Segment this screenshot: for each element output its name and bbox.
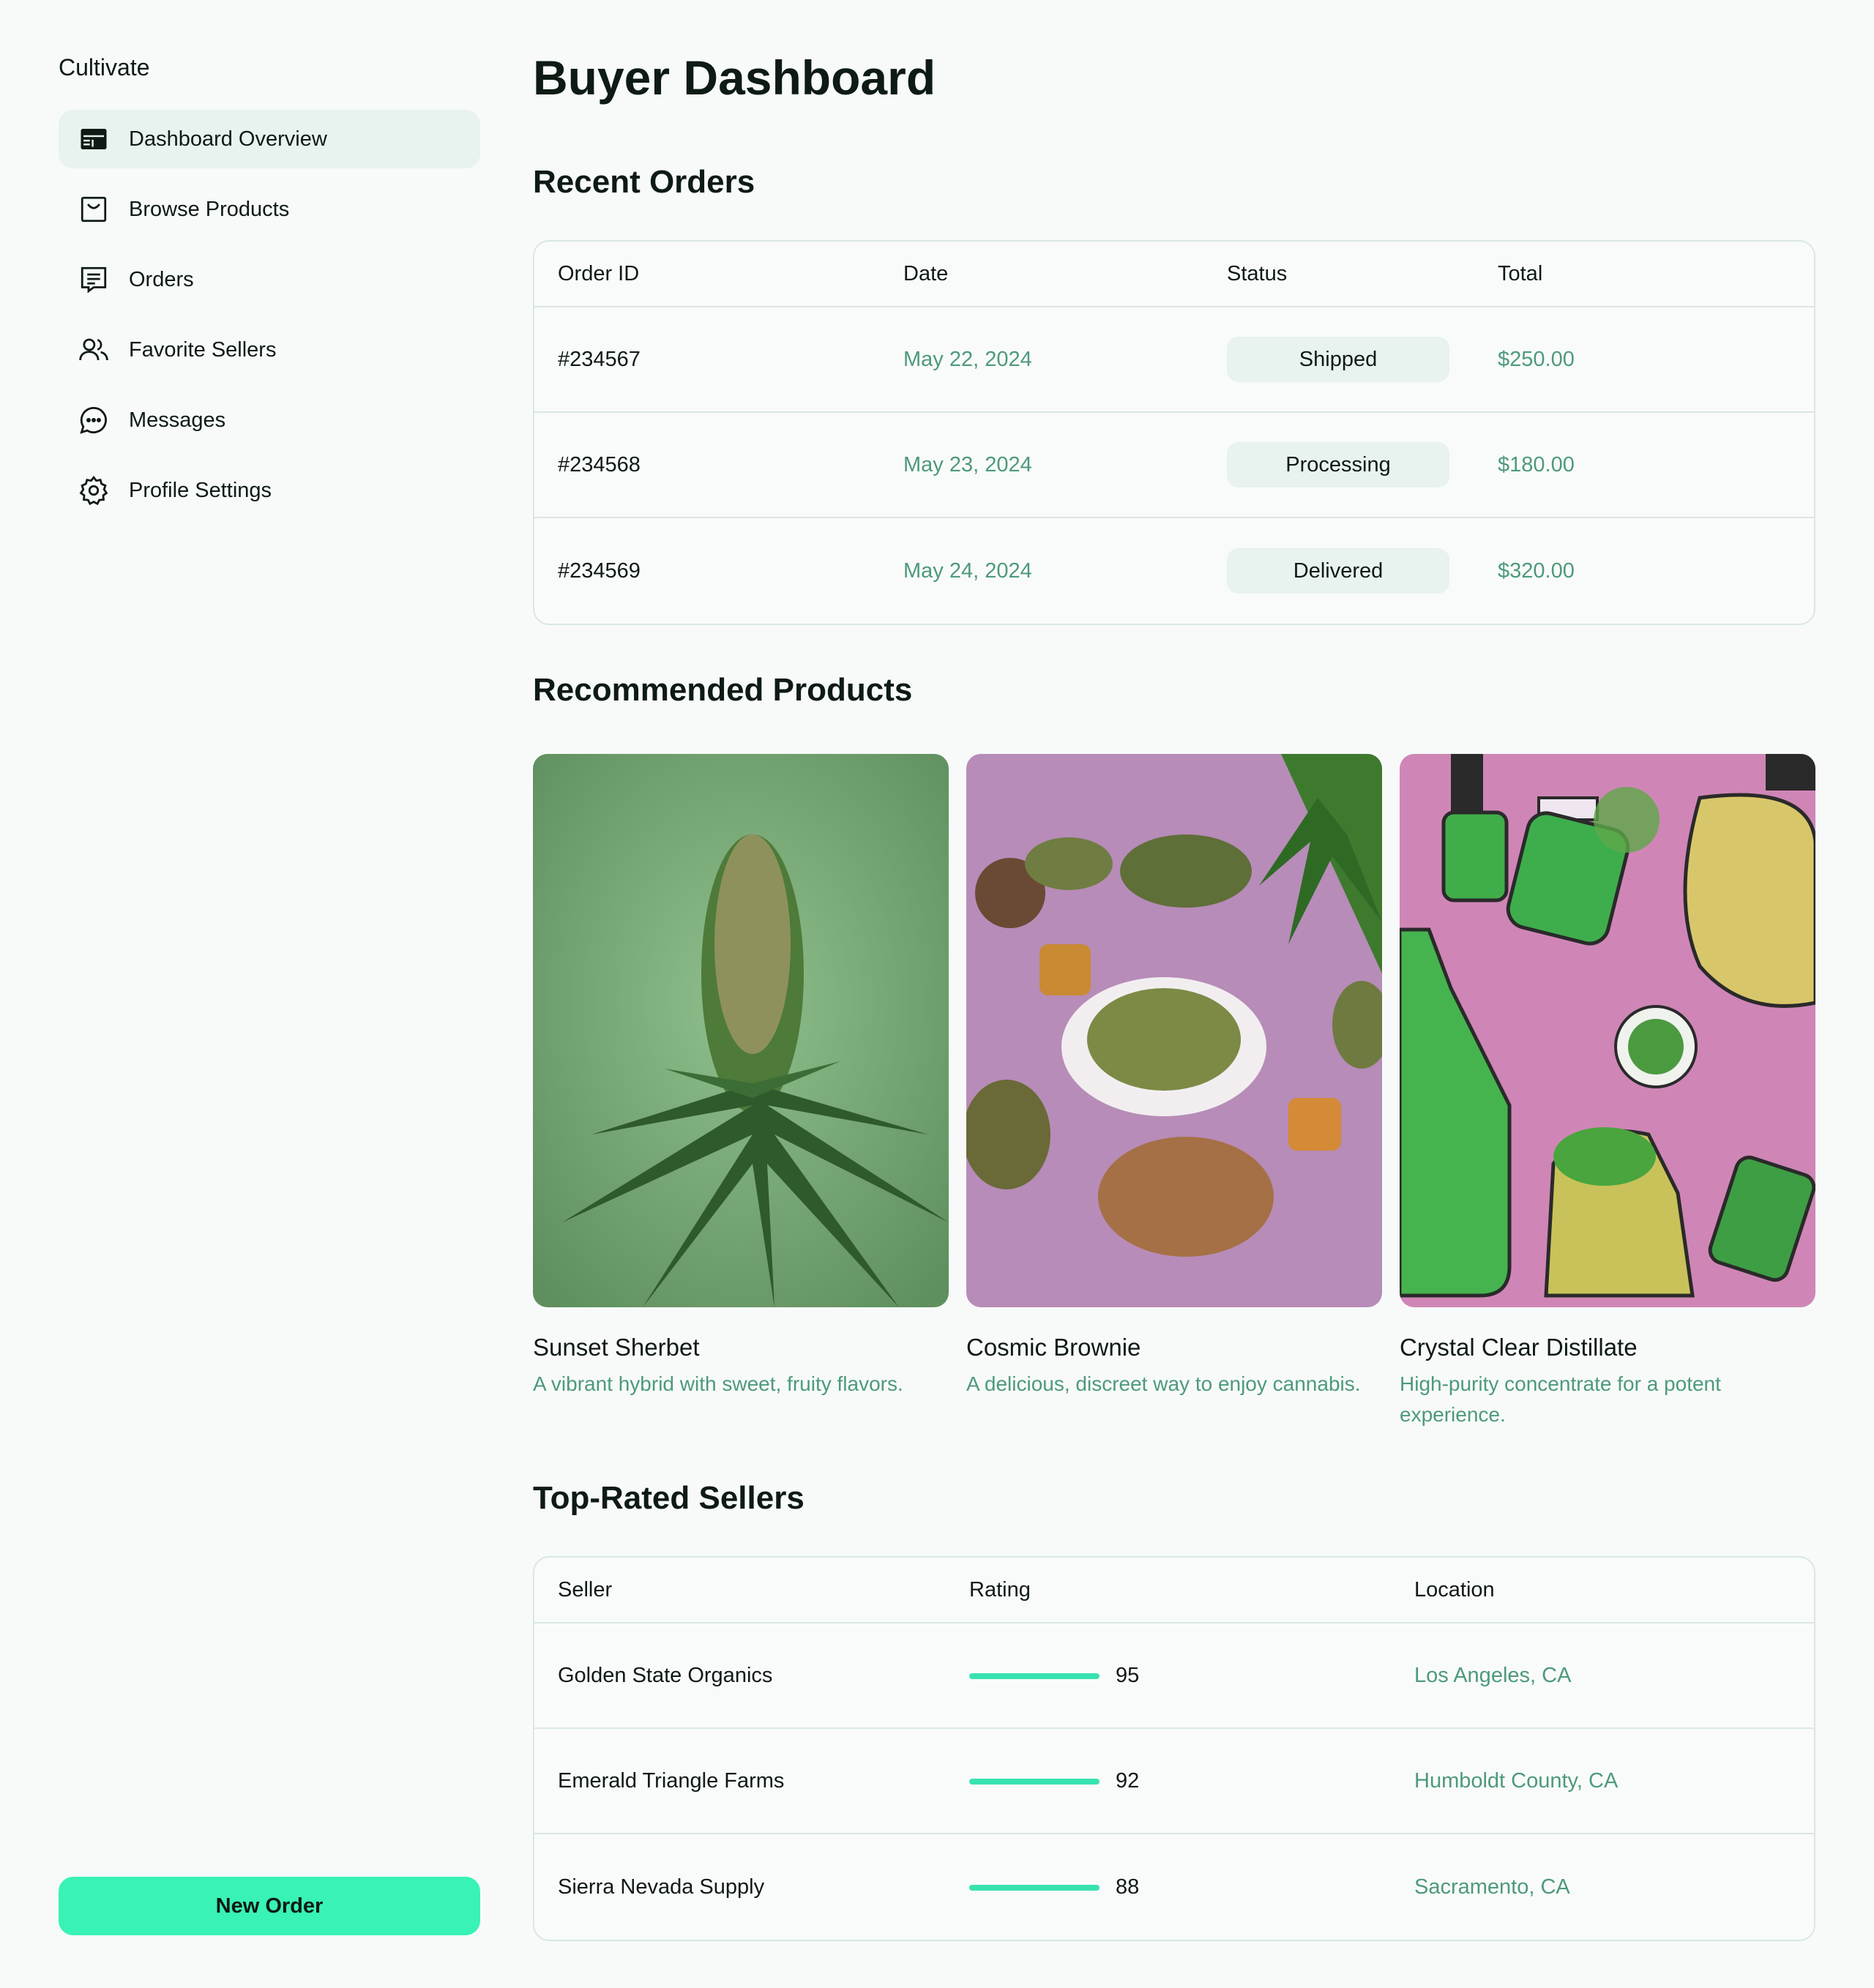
app-root: Cultivate Dashboard Overview Browse Prod… [0,0,1874,1988]
column-header-rating: Rating [969,1577,1031,1602]
order-id: #234567 [558,347,641,371]
table-row[interactable]: Emerald Triangle Farms 92 Humboldt Count… [534,1729,1814,1834]
table-header: Order ID Date Status Total [534,242,1814,307]
rating-bar [969,1664,1100,1688]
sidebar-item-favorite-sellers[interactable]: Favorite Sellers [59,321,480,379]
column-header-total: Total [1498,261,1543,285]
rating-value: 88 [1116,1875,1140,1899]
product-name: Crystal Clear Distillate [1400,1334,1638,1361]
recent-orders-title: Recent Orders [533,164,755,200]
sidebar-item-label: Profile Settings [129,478,272,502]
sidebar-item-label: Favorite Sellers [129,337,277,362]
status-badge: Processing [1227,442,1449,487]
recent-orders-table: Order ID Date Status Total #234567 May 2… [533,240,1815,625]
sidebar-item-profile-settings[interactable]: Profile Settings [59,461,480,520]
order-date: May 22, 2024 [903,347,1032,371]
order-total: $320.00 [1498,558,1575,583]
seller-location: Los Angeles, CA [1414,1663,1572,1687]
column-header-seller: Seller [558,1577,613,1602]
product-description: High-purity concentrate for a potent exp… [1400,1372,1721,1426]
seller-name: Golden State Organics [558,1663,773,1687]
rating-value: 92 [1116,1768,1140,1793]
top-sellers-title: Top-Rated Sellers [533,1480,805,1516]
sidebar-item-label: Messages [129,408,226,432]
order-total: $180.00 [1498,452,1575,477]
status-badge: Shipped [1227,337,1449,382]
dashboard-icon [78,123,110,155]
seller-name: Emerald Triangle Farms [558,1768,785,1793]
sidebar-item-label: Dashboard Overview [129,127,327,151]
recommended-products-title: Recommended Products [533,672,913,708]
table-row[interactable]: #234568 May 23, 2024 Processing $180.00 [534,413,1814,518]
sidebar-nav: Dashboard Overview Browse Products Order… [59,110,480,531]
brand-name: Cultivate [59,54,150,81]
column-header-status: Status [1227,261,1288,285]
sidebar-item-dashboard-overview[interactable]: Dashboard Overview [59,110,480,168]
product-card[interactable]: Cosmic Brownie A delicious, discreet way… [966,754,1382,1400]
product-description: A vibrant hybrid with sweet, fruity flav… [533,1372,903,1395]
seller-name: Sierra Nevada Supply [558,1875,765,1899]
sidebar-item-messages[interactable]: Messages [59,391,480,449]
sidebar-item-label: Browse Products [129,197,290,221]
product-image-edibles [966,754,1382,1307]
product-description: A delicious, discreet way to enjoy canna… [966,1372,1361,1395]
product-image-concentrate [1400,754,1815,1307]
sidebar-item-label: Orders [129,267,194,291]
gear-icon [78,474,110,507]
table-header: Seller Rating Location [534,1558,1814,1623]
sidebar: Cultivate Dashboard Overview Browse Prod… [59,0,480,1988]
table-row[interactable]: Sierra Nevada Supply 88 Sacramento, CA [534,1834,1814,1940]
column-header-date: Date [903,261,949,285]
product-grid: Sunset Sherbet A vibrant hybrid with swe… [533,754,1815,1457]
shopping-bag-icon [78,193,110,225]
rating-value: 95 [1116,1663,1140,1687]
chat-bubble-icon [78,404,110,436]
order-date: May 24, 2024 [903,558,1032,583]
sidebar-item-orders[interactable]: Orders [59,250,480,309]
seller-location: Sacramento, CA [1414,1875,1570,1899]
rating-bar [969,1875,1100,1899]
product-name: Cosmic Brownie [966,1334,1141,1361]
seller-location: Humboldt County, CA [1414,1768,1619,1793]
rating-bar [969,1769,1100,1793]
column-header-order-id: Order ID [558,261,640,285]
table-row[interactable]: Golden State Organics 95 Los Angeles, CA [534,1623,1814,1729]
product-card[interactable]: Crystal Clear Distillate High-purity con… [1400,754,1815,1430]
product-name: Sunset Sherbet [533,1334,700,1361]
users-icon [78,334,110,366]
product-image-flower [533,754,949,1307]
order-date: May 23, 2024 [903,452,1032,477]
order-id: #234568 [558,452,641,477]
table-row[interactable]: #234567 May 22, 2024 Shipped $250.00 [534,307,1814,413]
table-row[interactable]: #234569 May 24, 2024 Delivered $320.00 [534,518,1814,624]
order-total: $250.00 [1498,347,1575,371]
page-title: Buyer Dashboard [533,51,936,105]
top-sellers-table: Seller Rating Location Golden State Orga… [533,1556,1815,1941]
status-badge: Delivered [1227,548,1449,594]
order-id: #234569 [558,558,641,583]
new-order-button[interactable]: New Order [59,1877,480,1935]
product-card[interactable]: Sunset Sherbet A vibrant hybrid with swe… [533,754,949,1400]
sidebar-item-browse-products[interactable]: Browse Products [59,180,480,239]
orders-list-icon [78,264,110,296]
column-header-location: Location [1414,1577,1495,1602]
